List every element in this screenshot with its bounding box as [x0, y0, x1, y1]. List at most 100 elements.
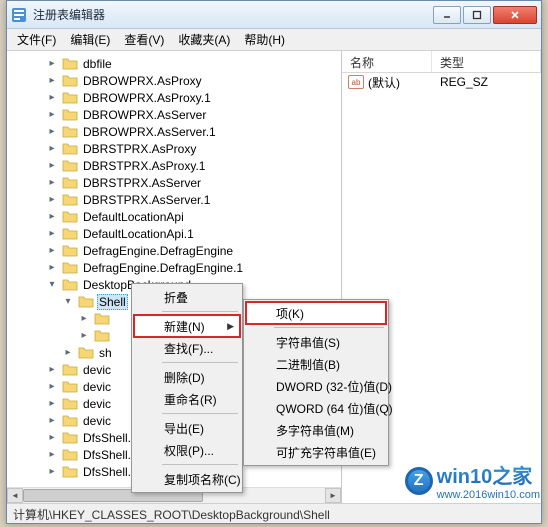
folder-icon	[62, 91, 78, 105]
expand-icon[interactable]: ▸	[45, 142, 59, 156]
ctx-new[interactable]: 新建(N)▶	[134, 315, 240, 337]
col-type[interactable]: 类型	[432, 51, 541, 72]
ctx-permissions[interactable]: 权限(P)...	[134, 439, 240, 461]
window-title: 注册表编辑器	[33, 6, 433, 23]
folder-icon	[62, 465, 78, 479]
expand-icon[interactable]: ▸	[45, 125, 59, 139]
expand-icon[interactable]: ▸	[45, 74, 59, 88]
expand-icon[interactable]: ▸	[45, 227, 59, 241]
expand-icon[interactable]: ▸	[77, 329, 91, 343]
ctx-new-expandstring[interactable]: 可扩充字符串值(E)	[246, 441, 386, 463]
folder-icon	[62, 380, 78, 394]
ctx-new-dword[interactable]: DWORD (32-位)值(D)	[246, 375, 386, 397]
separator	[162, 362, 238, 363]
tree-label: DBRSTPRX.AsServer.1	[81, 193, 212, 207]
ctx-rename[interactable]: 重命名(R)	[134, 388, 240, 410]
expand-icon[interactable]: ▸	[45, 108, 59, 122]
tree-label: DefaultLocationApi	[81, 210, 186, 224]
expand-icon[interactable]: ▸	[45, 363, 59, 377]
expand-icon[interactable]: ▸	[45, 431, 59, 445]
expand-icon[interactable]: ▸	[45, 397, 59, 411]
expand-icon[interactable]: ▸	[45, 448, 59, 462]
tree-node[interactable]: ▸ DBRSTPRX.AsServer.1	[7, 191, 341, 208]
folder-icon	[62, 57, 78, 71]
menu-help[interactable]: 帮助(H)	[238, 29, 291, 50]
expand-icon[interactable]: ▸	[77, 312, 91, 326]
tree-node[interactable]: ▸ DefaultLocationApi	[7, 208, 341, 225]
folder-icon	[62, 210, 78, 224]
expand-icon[interactable]: ▸	[45, 380, 59, 394]
tree-label: sh	[97, 346, 114, 360]
expand-icon[interactable]: ▸	[45, 193, 59, 207]
value-type: REG_SZ	[440, 75, 488, 89]
expand-icon[interactable]: ▸	[45, 465, 59, 479]
tree-node[interactable]: ▸ DBROWPRX.AsServer	[7, 106, 341, 123]
watermark-logo: Z	[405, 467, 433, 495]
tree-node[interactable]: ▸ DBRSTPRX.AsProxy	[7, 140, 341, 157]
tree-node[interactable]: ▸DBRSTPRX.AsProxy.1	[7, 157, 341, 174]
expand-icon[interactable]: ▸	[45, 176, 59, 190]
tree-label: DBRSTPRX.AsProxy	[81, 142, 198, 156]
expand-icon[interactable]: ▸	[45, 159, 59, 173]
tree-label: dbfile	[81, 57, 114, 71]
ctx-collapse[interactable]: 折叠	[134, 286, 240, 308]
tree-node[interactable]: ▸DBROWPRX.AsServer.1	[7, 123, 341, 140]
ctx-find[interactable]: 查找(F)...	[134, 337, 240, 359]
scroll-left-button[interactable]: ◄	[7, 488, 23, 503]
expand-icon[interactable]: ▸	[45, 414, 59, 428]
close-button[interactable]	[493, 6, 537, 24]
folder-icon	[62, 193, 78, 207]
menu-edit[interactable]: 编辑(E)	[64, 29, 116, 50]
separator	[162, 311, 238, 312]
ctx-new-multistring[interactable]: 多字符串值(M)	[246, 419, 386, 441]
menu-file[interactable]: 文件(F)	[11, 29, 62, 50]
folder-icon	[62, 261, 78, 275]
watermark-url: www.2016win10.com	[437, 489, 540, 501]
ctx-new-key[interactable]: 项(K)	[246, 302, 386, 324]
ctx-new-qword[interactable]: QWORD (64 位)值(Q)	[246, 397, 386, 419]
separator	[162, 464, 238, 465]
tree-node[interactable]: ▸ dbfile	[7, 55, 341, 72]
collapse-icon[interactable]: ▾	[45, 278, 59, 292]
expand-icon[interactable]: ▸	[45, 244, 59, 258]
tree-node[interactable]: ▸ DBROWPRX.AsProxy.1	[7, 89, 341, 106]
menu-favorites[interactable]: 收藏夹(A)	[172, 29, 236, 50]
ctx-new-binary[interactable]: 二进制值(B)	[246, 353, 386, 375]
minimize-button[interactable]	[433, 6, 461, 24]
expand-icon[interactable]: ▸	[45, 57, 59, 71]
ctx-new-string[interactable]: 字符串值(S)	[246, 331, 386, 353]
ctx-export[interactable]: 导出(E)	[134, 417, 240, 439]
folder-icon	[62, 227, 78, 241]
maximize-button[interactable]	[463, 6, 491, 24]
scroll-right-button[interactable]: ►	[325, 488, 341, 503]
window-buttons	[433, 6, 537, 24]
folder-icon	[62, 363, 78, 377]
ctx-copykeyname[interactable]: 复制项名称(C)	[134, 468, 240, 490]
submenu-arrow-icon: ▶	[227, 321, 234, 332]
list-row[interactable]: ab (默认) REG_SZ	[342, 73, 541, 91]
folder-icon	[62, 74, 78, 88]
tree-node[interactable]: ▸DBROWPRX.AsProxy	[7, 72, 341, 89]
tree-label: devic	[81, 397, 113, 411]
tree-node[interactable]: ▸DefragEngine.DefragEngine	[7, 242, 341, 259]
collapse-icon[interactable]: ▾	[61, 295, 75, 309]
col-name[interactable]: 名称	[342, 51, 432, 72]
tree-label: DBROWPRX.AsProxy.1	[81, 91, 213, 105]
regedit-window: 注册表编辑器 文件(F) 编辑(E) 查看(V) 收藏夹(A) 帮助(H) ▸ d…	[6, 0, 542, 524]
tree-node[interactable]: ▸ DBRSTPRX.AsServer	[7, 174, 341, 191]
folder-icon	[62, 176, 78, 190]
menu-view[interactable]: 查看(V)	[118, 29, 170, 50]
tree-label: DBRSTPRX.AsServer	[81, 176, 203, 190]
tree-node[interactable]: ▸DefaultLocationApi.1	[7, 225, 341, 242]
tree-label: DBROWPRX.AsServer	[81, 108, 208, 122]
expand-icon[interactable]: ▸	[45, 261, 59, 275]
expand-icon[interactable]: ▸	[45, 210, 59, 224]
folder-icon	[62, 125, 78, 139]
tree-label: DefragEngine.DefragEngine.1	[81, 261, 245, 275]
folder-icon	[62, 142, 78, 156]
separator	[162, 413, 238, 414]
ctx-delete[interactable]: 删除(D)	[134, 366, 240, 388]
expand-icon[interactable]: ▸	[45, 91, 59, 105]
tree-node[interactable]: ▸ DefragEngine.DefragEngine.1	[7, 259, 341, 276]
expand-icon[interactable]: ▸	[61, 346, 75, 360]
